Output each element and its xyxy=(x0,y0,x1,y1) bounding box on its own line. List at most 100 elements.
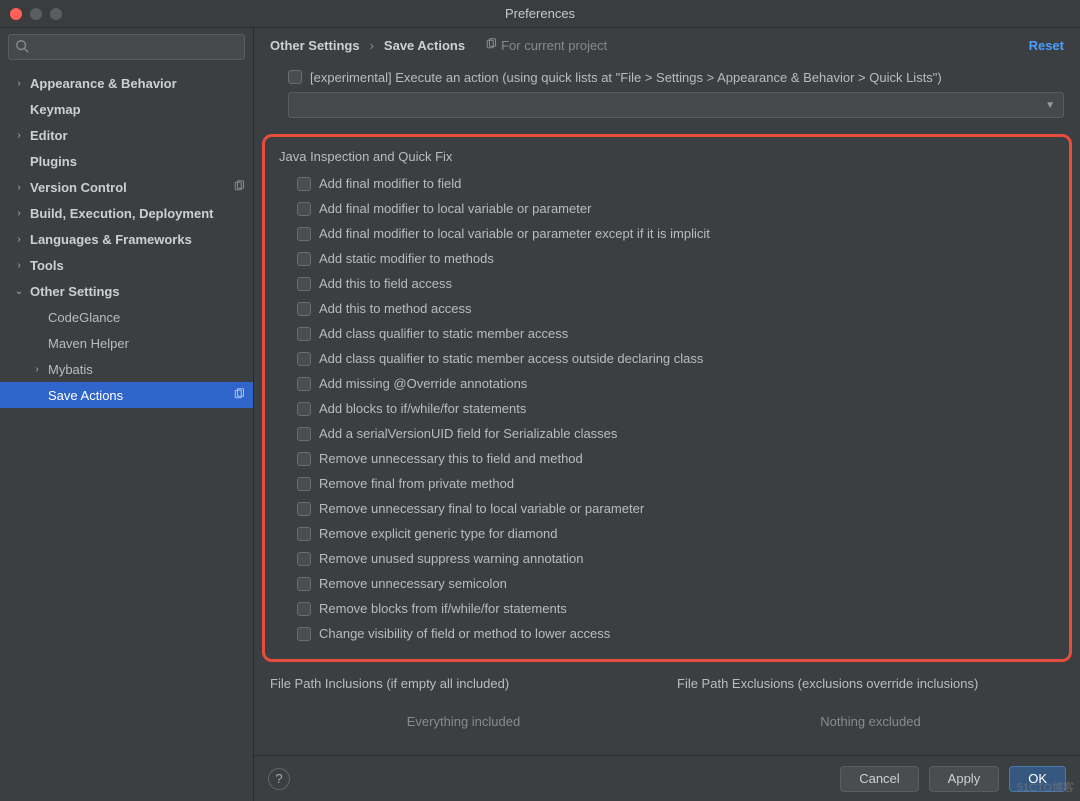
checkbox-icon[interactable] xyxy=(297,327,311,341)
chevron-icon: › xyxy=(14,182,24,193)
inspection-label: Add this to method access xyxy=(319,301,471,316)
breadcrumb-separator: › xyxy=(370,38,374,53)
file-path-row: File Path Inclusions (if empty all inclu… xyxy=(254,670,1080,751)
inspection-checkbox-row[interactable]: Remove explicit generic type for diamond xyxy=(297,522,1059,545)
inspection-checkbox-row[interactable]: Add class qualifier to static member acc… xyxy=(297,322,1059,345)
sidebar-item-editor[interactable]: ›Editor xyxy=(0,122,253,148)
inspection-checkbox-row[interactable]: Add class qualifier to static member acc… xyxy=(297,347,1059,370)
search-input[interactable] xyxy=(33,40,238,55)
sidebar-search[interactable] xyxy=(8,34,245,60)
inspection-checkbox-row[interactable]: Add blocks to if/while/for statements xyxy=(297,397,1059,420)
inclusions-body: Everything included xyxy=(270,691,657,751)
checkbox-icon[interactable] xyxy=(297,402,311,416)
inspection-label: Add a serialVersionUID field for Seriali… xyxy=(319,426,617,441)
inspection-checkbox-row[interactable]: Add static modifier to methods xyxy=(297,247,1059,270)
inspection-checkbox-row[interactable]: Add this to field access xyxy=(297,272,1059,295)
inspection-label: Remove final from private method xyxy=(319,476,514,491)
project-scope-icon xyxy=(233,180,253,195)
window-title: Preferences xyxy=(0,6,1080,21)
checkbox-icon[interactable] xyxy=(297,177,311,191)
checkbox-icon[interactable] xyxy=(297,602,311,616)
inspection-label: Remove unnecessary final to local variab… xyxy=(319,501,644,516)
search-icon xyxy=(15,39,29,56)
ok-button[interactable]: OK xyxy=(1009,766,1066,792)
help-button[interactable]: ? xyxy=(268,768,290,790)
checkbox-icon[interactable] xyxy=(297,352,311,366)
project-scope-icon xyxy=(233,388,253,403)
inspection-checkbox-row[interactable]: Add this to method access xyxy=(297,297,1059,320)
checkbox-icon[interactable] xyxy=(297,227,311,241)
inspection-label: Remove unused suppress warning annotatio… xyxy=(319,551,584,566)
checkbox-icon[interactable] xyxy=(297,577,311,591)
checkbox-icon[interactable] xyxy=(297,377,311,391)
checkbox-icon[interactable] xyxy=(297,527,311,541)
sidebar-item-build-execution-deployment[interactable]: ›Build, Execution, Deployment xyxy=(0,200,253,226)
reset-link[interactable]: Reset xyxy=(1029,38,1064,53)
sidebar-item-tools[interactable]: ›Tools xyxy=(0,252,253,278)
sidebar-item-label: Other Settings xyxy=(30,284,253,299)
inspection-label: Remove blocks from if/while/for statemen… xyxy=(319,601,567,616)
experimental-label: [experimental] Execute an action (using … xyxy=(310,70,942,85)
sidebar-item-keymap[interactable]: ›Keymap xyxy=(0,96,253,122)
quick-list-combo[interactable]: ▼ xyxy=(288,92,1064,118)
checkbox-icon[interactable] xyxy=(297,427,311,441)
inspection-label: Remove unnecessary semicolon xyxy=(319,576,507,591)
inspection-checkbox-row[interactable]: Remove final from private method xyxy=(297,472,1059,495)
titlebar: Preferences xyxy=(0,0,1080,28)
inspection-label: Add class qualifier to static member acc… xyxy=(319,351,703,366)
inspection-checkbox-row[interactable]: Remove unnecessary final to local variab… xyxy=(297,497,1059,520)
apply-button[interactable]: Apply xyxy=(929,766,1000,792)
minimize-window-button[interactable] xyxy=(30,8,42,20)
inspection-checkbox-row[interactable]: Add a serialVersionUID field for Seriali… xyxy=(297,422,1059,445)
sidebar-item-label: Appearance & Behavior xyxy=(30,76,253,91)
inspection-checkbox-row[interactable]: Change visibility of field or method to … xyxy=(297,622,1059,645)
content-split: ›Appearance & Behavior›Keymap›Editor›Plu… xyxy=(0,28,1080,801)
experimental-checkbox-row[interactable]: [experimental] Execute an action (using … xyxy=(288,66,1064,88)
inspection-label: Add blocks to if/while/for statements xyxy=(319,401,526,416)
inspection-checkbox-row[interactable]: Remove unused suppress warning annotatio… xyxy=(297,547,1059,570)
chevron-icon: ⌄ xyxy=(14,286,24,297)
checkbox-icon[interactable] xyxy=(297,202,311,216)
inspection-checkbox-row[interactable]: Add final modifier to local variable or … xyxy=(297,197,1059,220)
chevron-icon: › xyxy=(14,234,24,245)
sidebar-item-plugins[interactable]: ›Plugins xyxy=(0,148,253,174)
checkbox-icon[interactable] xyxy=(297,477,311,491)
checkbox-icon[interactable] xyxy=(297,277,311,291)
checkbox-icon[interactable] xyxy=(297,502,311,516)
checkbox-icon[interactable] xyxy=(297,302,311,316)
maximize-window-button[interactable] xyxy=(50,8,62,20)
inclusions-column: File Path Inclusions (if empty all inclu… xyxy=(270,676,657,751)
sidebar-item-appearance-behavior[interactable]: ›Appearance & Behavior xyxy=(0,70,253,96)
checkbox-icon[interactable] xyxy=(288,70,302,84)
checkbox-icon[interactable] xyxy=(297,552,311,566)
inspection-checkbox-row[interactable]: Add missing @Override annotations xyxy=(297,372,1059,395)
checkbox-icon[interactable] xyxy=(297,452,311,466)
inspection-checkbox-row[interactable]: Remove blocks from if/while/for statemen… xyxy=(297,597,1059,620)
sidebar-item-maven-helper[interactable]: ›Maven Helper xyxy=(0,330,253,356)
java-inspection-group: Java Inspection and Quick Fix Add final … xyxy=(262,134,1072,662)
exclusions-title: File Path Exclusions (exclusions overrid… xyxy=(677,676,1064,691)
inspection-checkbox-row[interactable]: Add final modifier to local variable or … xyxy=(297,222,1059,245)
sidebar-item-other-settings[interactable]: ⌄ Other Settings xyxy=(0,278,253,304)
sidebar-item-mybatis[interactable]: ›Mybatis xyxy=(0,356,253,382)
close-window-button[interactable] xyxy=(10,8,22,20)
preferences-window: Preferences ›Appearance & Behavior›Keyma… xyxy=(0,0,1080,801)
sidebar-item-version-control[interactable]: ›Version Control xyxy=(0,174,253,200)
settings-body[interactable]: [experimental] Execute an action (using … xyxy=(254,62,1080,755)
inspection-checkbox-row[interactable]: Add final modifier to field xyxy=(297,172,1059,195)
breadcrumb-root[interactable]: Other Settings xyxy=(270,38,360,53)
inspection-checkbox-row[interactable]: Remove unnecessary this to field and met… xyxy=(297,447,1059,470)
settings-tree[interactable]: ›Appearance & Behavior›Keymap›Editor›Plu… xyxy=(0,66,253,801)
sidebar-item-save-actions[interactable]: ›Save Actions xyxy=(0,382,253,408)
chevron-down-icon: ▼ xyxy=(1045,100,1055,111)
checkbox-icon[interactable] xyxy=(297,252,311,266)
inspection-label: Remove unnecessary this to field and met… xyxy=(319,451,583,466)
inspection-checkbox-row[interactable]: Remove unnecessary semicolon xyxy=(297,572,1059,595)
cancel-button[interactable]: Cancel xyxy=(840,766,918,792)
sidebar-item-languages-frameworks[interactable]: ›Languages & Frameworks xyxy=(0,226,253,252)
sidebar: ›Appearance & Behavior›Keymap›Editor›Plu… xyxy=(0,28,254,801)
exclusions-column: File Path Exclusions (exclusions overrid… xyxy=(677,676,1064,751)
checkbox-icon[interactable] xyxy=(297,627,311,641)
sidebar-item-codeglance[interactable]: ›CodeGlance xyxy=(0,304,253,330)
inspection-label: Add final modifier to local variable or … xyxy=(319,201,591,216)
